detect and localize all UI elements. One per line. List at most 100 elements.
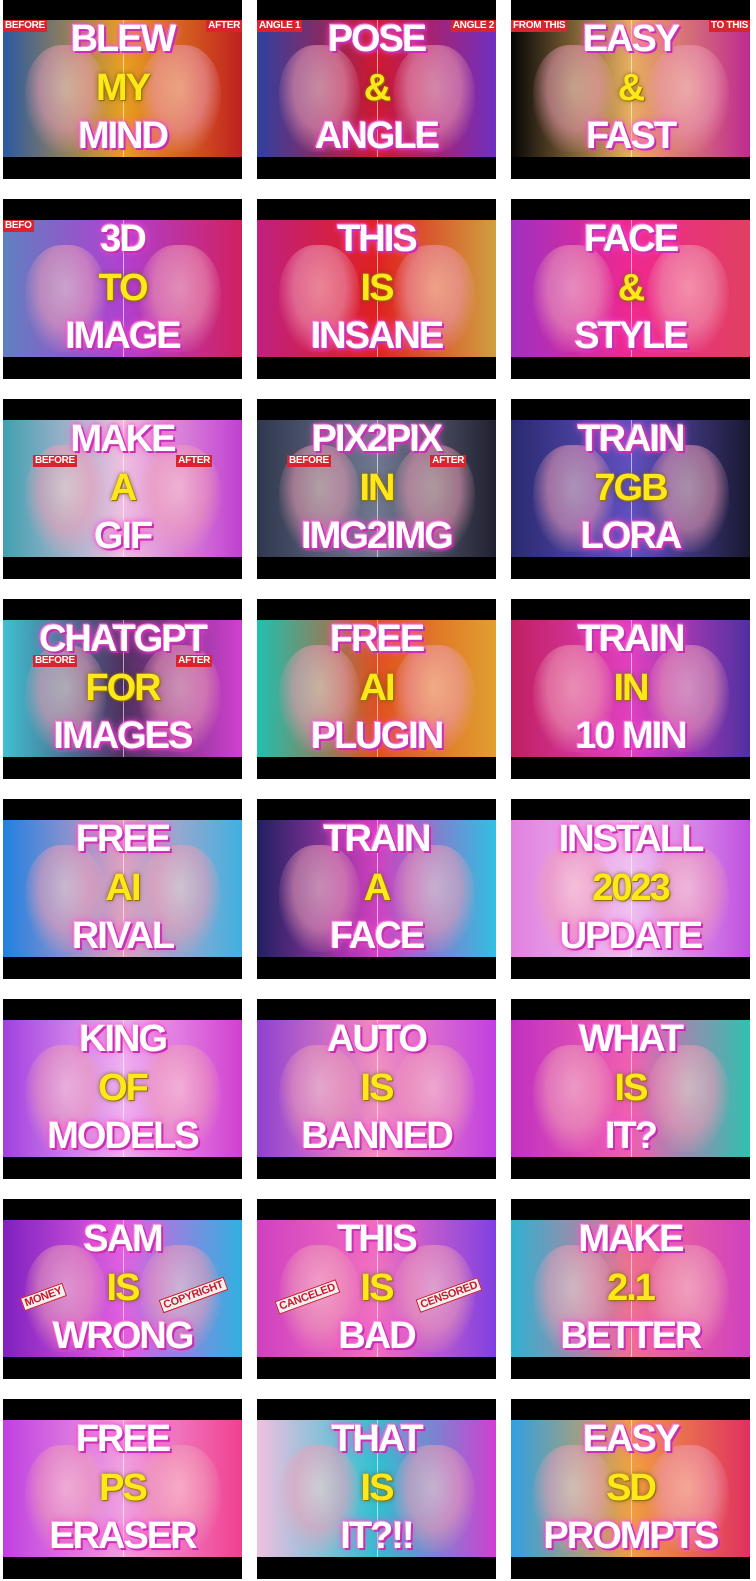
thumbnail-image: BLEW MY MIND BEFORE AFTER bbox=[3, 20, 242, 157]
video-thumbnail[interactable]: INSTALL 2023 UPDATE bbox=[511, 799, 750, 979]
thumbnail-image: EASY SD PROMPTS bbox=[511, 1420, 750, 1557]
thumbnail-title-line: PIX2PIX bbox=[311, 420, 444, 460]
thumbnail-tag: AFTER bbox=[176, 455, 212, 467]
video-thumbnail[interactable]: THIS IS INSANE bbox=[257, 199, 496, 379]
thumbnail-title-line: RIVAL bbox=[71, 915, 175, 957]
video-thumbnail[interactable]: EASY SD PROMPTS bbox=[511, 1399, 750, 1579]
thumbnail-title-line: INSANE bbox=[310, 315, 445, 357]
video-thumbnail[interactable]: PIX2PIX IN IMG2IMG BEFORE AFTER bbox=[257, 399, 496, 579]
thumbnail-title-line: PS bbox=[99, 1467, 148, 1509]
thumbnail-title-line: THIS bbox=[337, 220, 418, 260]
thumbnail-image: THIS IS BAD CANCELED CENSORED bbox=[257, 1220, 496, 1357]
thumbnail-tag: TO THIS bbox=[708, 20, 750, 32]
thumbnail-image: CHATGPT FOR IMAGES BEFORE AFTER bbox=[3, 620, 242, 757]
thumbnail-title-line: AUTO bbox=[327, 1020, 428, 1060]
video-thumbnail[interactable]: BLEW MY MIND BEFORE AFTER bbox=[3, 0, 242, 179]
thumbnail-title-line: BAD bbox=[338, 1315, 416, 1357]
thumbnail-title-line: PROMPTS bbox=[543, 1515, 720, 1557]
thumbnail-title-line: MIND bbox=[77, 115, 169, 157]
thumbnail-title-line: FAST bbox=[585, 115, 677, 157]
thumbnail-image: THIS IS INSANE bbox=[257, 220, 496, 357]
thumbnail-title-line: IS bbox=[360, 1467, 395, 1509]
thumbnail-title-line: IS bbox=[360, 1067, 395, 1109]
thumbnail-title-line: & bbox=[363, 67, 391, 109]
thumbnail-title-line: TRAIN bbox=[577, 420, 685, 460]
thumbnail-title-line: AI bbox=[359, 667, 396, 709]
video-thumbnail[interactable]: FREE AI PLUGIN bbox=[257, 599, 496, 779]
thumbnail-title-line: FREE bbox=[75, 1420, 171, 1460]
video-thumbnail[interactable]: TRAIN A FACE bbox=[257, 799, 496, 979]
thumbnail-title-line: FACE bbox=[329, 915, 425, 957]
thumbnail-image: THAT IS IT?!! bbox=[257, 1420, 496, 1557]
thumbnail-title-line: CHATGPT bbox=[39, 620, 208, 660]
thumbnail-image: EASY & FAST FROM THIS TO THIS bbox=[511, 20, 750, 157]
thumbnail-image: POSE & ANGLE ANGLE 1 ANGLE 2 bbox=[257, 20, 496, 157]
thumbnail-title-line: MAKE bbox=[70, 420, 177, 460]
thumbnail-title-line: FACE bbox=[583, 220, 679, 260]
thumbnail-title-line: IT? bbox=[605, 1115, 658, 1157]
thumbnail-title-line: THAT bbox=[331, 1420, 424, 1460]
thumbnail-image: FREE AI RIVAL bbox=[3, 820, 242, 957]
thumbnail-image: TRAIN IN 10 MIN bbox=[511, 620, 750, 757]
video-thumbnail[interactable]: THAT IS IT?!! bbox=[257, 1399, 496, 1579]
thumbnail-title-line: IS bbox=[360, 267, 395, 309]
thumbnail-tag: BEFORE bbox=[287, 455, 331, 467]
thumbnail-image: FACE & STYLE bbox=[511, 220, 750, 357]
video-thumbnail[interactable]: FACE & STYLE bbox=[511, 199, 750, 379]
thumbnail-title-line: SD bbox=[606, 1467, 657, 1509]
thumbnail-tag: BEFORE bbox=[33, 655, 77, 667]
thumbnail-image: MAKE 2.1 BETTER bbox=[511, 1220, 750, 1357]
thumbnail-title-line: STYLE bbox=[574, 315, 688, 357]
thumbnail-image: INSTALL 2023 UPDATE bbox=[511, 820, 750, 957]
video-thumbnail[interactable]: POSE & ANGLE ANGLE 1 ANGLE 2 bbox=[257, 0, 496, 179]
thumbnail-title-line: IMAGES bbox=[53, 715, 194, 757]
thumbnail-title-line: A bbox=[109, 467, 137, 509]
thumbnail-image: MAKE A GIF BEFORE AFTER bbox=[3, 420, 242, 557]
thumbnail-title-line: FOR bbox=[85, 667, 161, 709]
thumbnail-title-line: THIS bbox=[337, 1220, 418, 1260]
video-thumbnail[interactable]: TRAIN IN 10 MIN bbox=[511, 599, 750, 779]
video-thumbnail[interactable]: EASY & FAST FROM THIS TO THIS bbox=[511, 0, 750, 179]
thumbnail-title-line: SAM bbox=[83, 1220, 163, 1260]
video-thumbnail[interactable]: FREE AI RIVAL bbox=[3, 799, 242, 979]
thumbnail-title-line: 3D bbox=[100, 220, 147, 260]
thumbnail-title-line: BANNED bbox=[301, 1115, 454, 1157]
video-thumbnail[interactable]: FREE PS ERASER bbox=[3, 1399, 242, 1579]
thumbnail-title-line: 10 MIN bbox=[575, 715, 687, 757]
thumbnail-image: FREE AI PLUGIN bbox=[257, 620, 496, 757]
video-thumbnail[interactable]: MAKE A GIF BEFORE AFTER bbox=[3, 399, 242, 579]
thumbnail-title-line: IT?!! bbox=[340, 1515, 414, 1557]
thumbnail-tag: AFTER bbox=[430, 455, 466, 467]
thumbnail-title-line: OF bbox=[98, 1067, 149, 1109]
video-thumbnail[interactable]: MAKE 2.1 BETTER bbox=[511, 1199, 750, 1379]
thumbnail-image: PIX2PIX IN IMG2IMG BEFORE AFTER bbox=[257, 420, 496, 557]
thumbnail-title-line: IN bbox=[359, 467, 396, 509]
thumbnail-title-line: & bbox=[617, 67, 645, 109]
video-thumbnail[interactable]: 3D TO IMAGE BEFO bbox=[3, 199, 242, 379]
video-thumbnail[interactable]: WHAT IS IT? bbox=[511, 999, 750, 1179]
thumbnail-image: WHAT IS IT? bbox=[511, 1020, 750, 1157]
video-thumbnail[interactable]: TRAIN 7GB LORA bbox=[511, 399, 750, 579]
thumbnail-title-line: & bbox=[617, 267, 645, 309]
thumbnail-title-line: ERASER bbox=[49, 1515, 197, 1557]
thumbnail-title-line: INSTALL bbox=[558, 820, 705, 860]
video-thumbnail[interactable]: SAM IS WRONG MONEY COPYRIGHT bbox=[3, 1199, 242, 1379]
thumbnail-title-line: MY bbox=[96, 67, 151, 109]
thumbnail-title-line: EASY bbox=[582, 1420, 680, 1460]
thumbnail-image: AUTO IS BANNED bbox=[257, 1020, 496, 1157]
thumbnail-title-line: MAKE bbox=[578, 1220, 685, 1260]
thumbnail-title-line: KING bbox=[79, 1020, 168, 1060]
thumbnail-title-line: WRONG bbox=[52, 1315, 195, 1357]
thumbnail-title-line: TRAIN bbox=[323, 820, 431, 860]
thumbnail-title-line: IS bbox=[614, 1067, 649, 1109]
thumbnail-title-line: GIF bbox=[93, 515, 153, 557]
thumbnail-title-line: FREE bbox=[75, 820, 171, 860]
video-thumbnail[interactable]: AUTO IS BANNED bbox=[257, 999, 496, 1179]
thumbnail-title-line: MODELS bbox=[47, 1115, 200, 1157]
thumbnail-title-line: IN bbox=[613, 667, 650, 709]
video-thumbnail[interactable]: THIS IS BAD CANCELED CENSORED bbox=[257, 1199, 496, 1379]
thumbnail-image: TRAIN A FACE bbox=[257, 820, 496, 957]
video-thumbnail[interactable]: KING OF MODELS bbox=[3, 999, 242, 1179]
video-thumbnail[interactable]: CHATGPT FOR IMAGES BEFORE AFTER bbox=[3, 599, 242, 779]
thumbnail-tag: BEFO bbox=[3, 220, 34, 232]
